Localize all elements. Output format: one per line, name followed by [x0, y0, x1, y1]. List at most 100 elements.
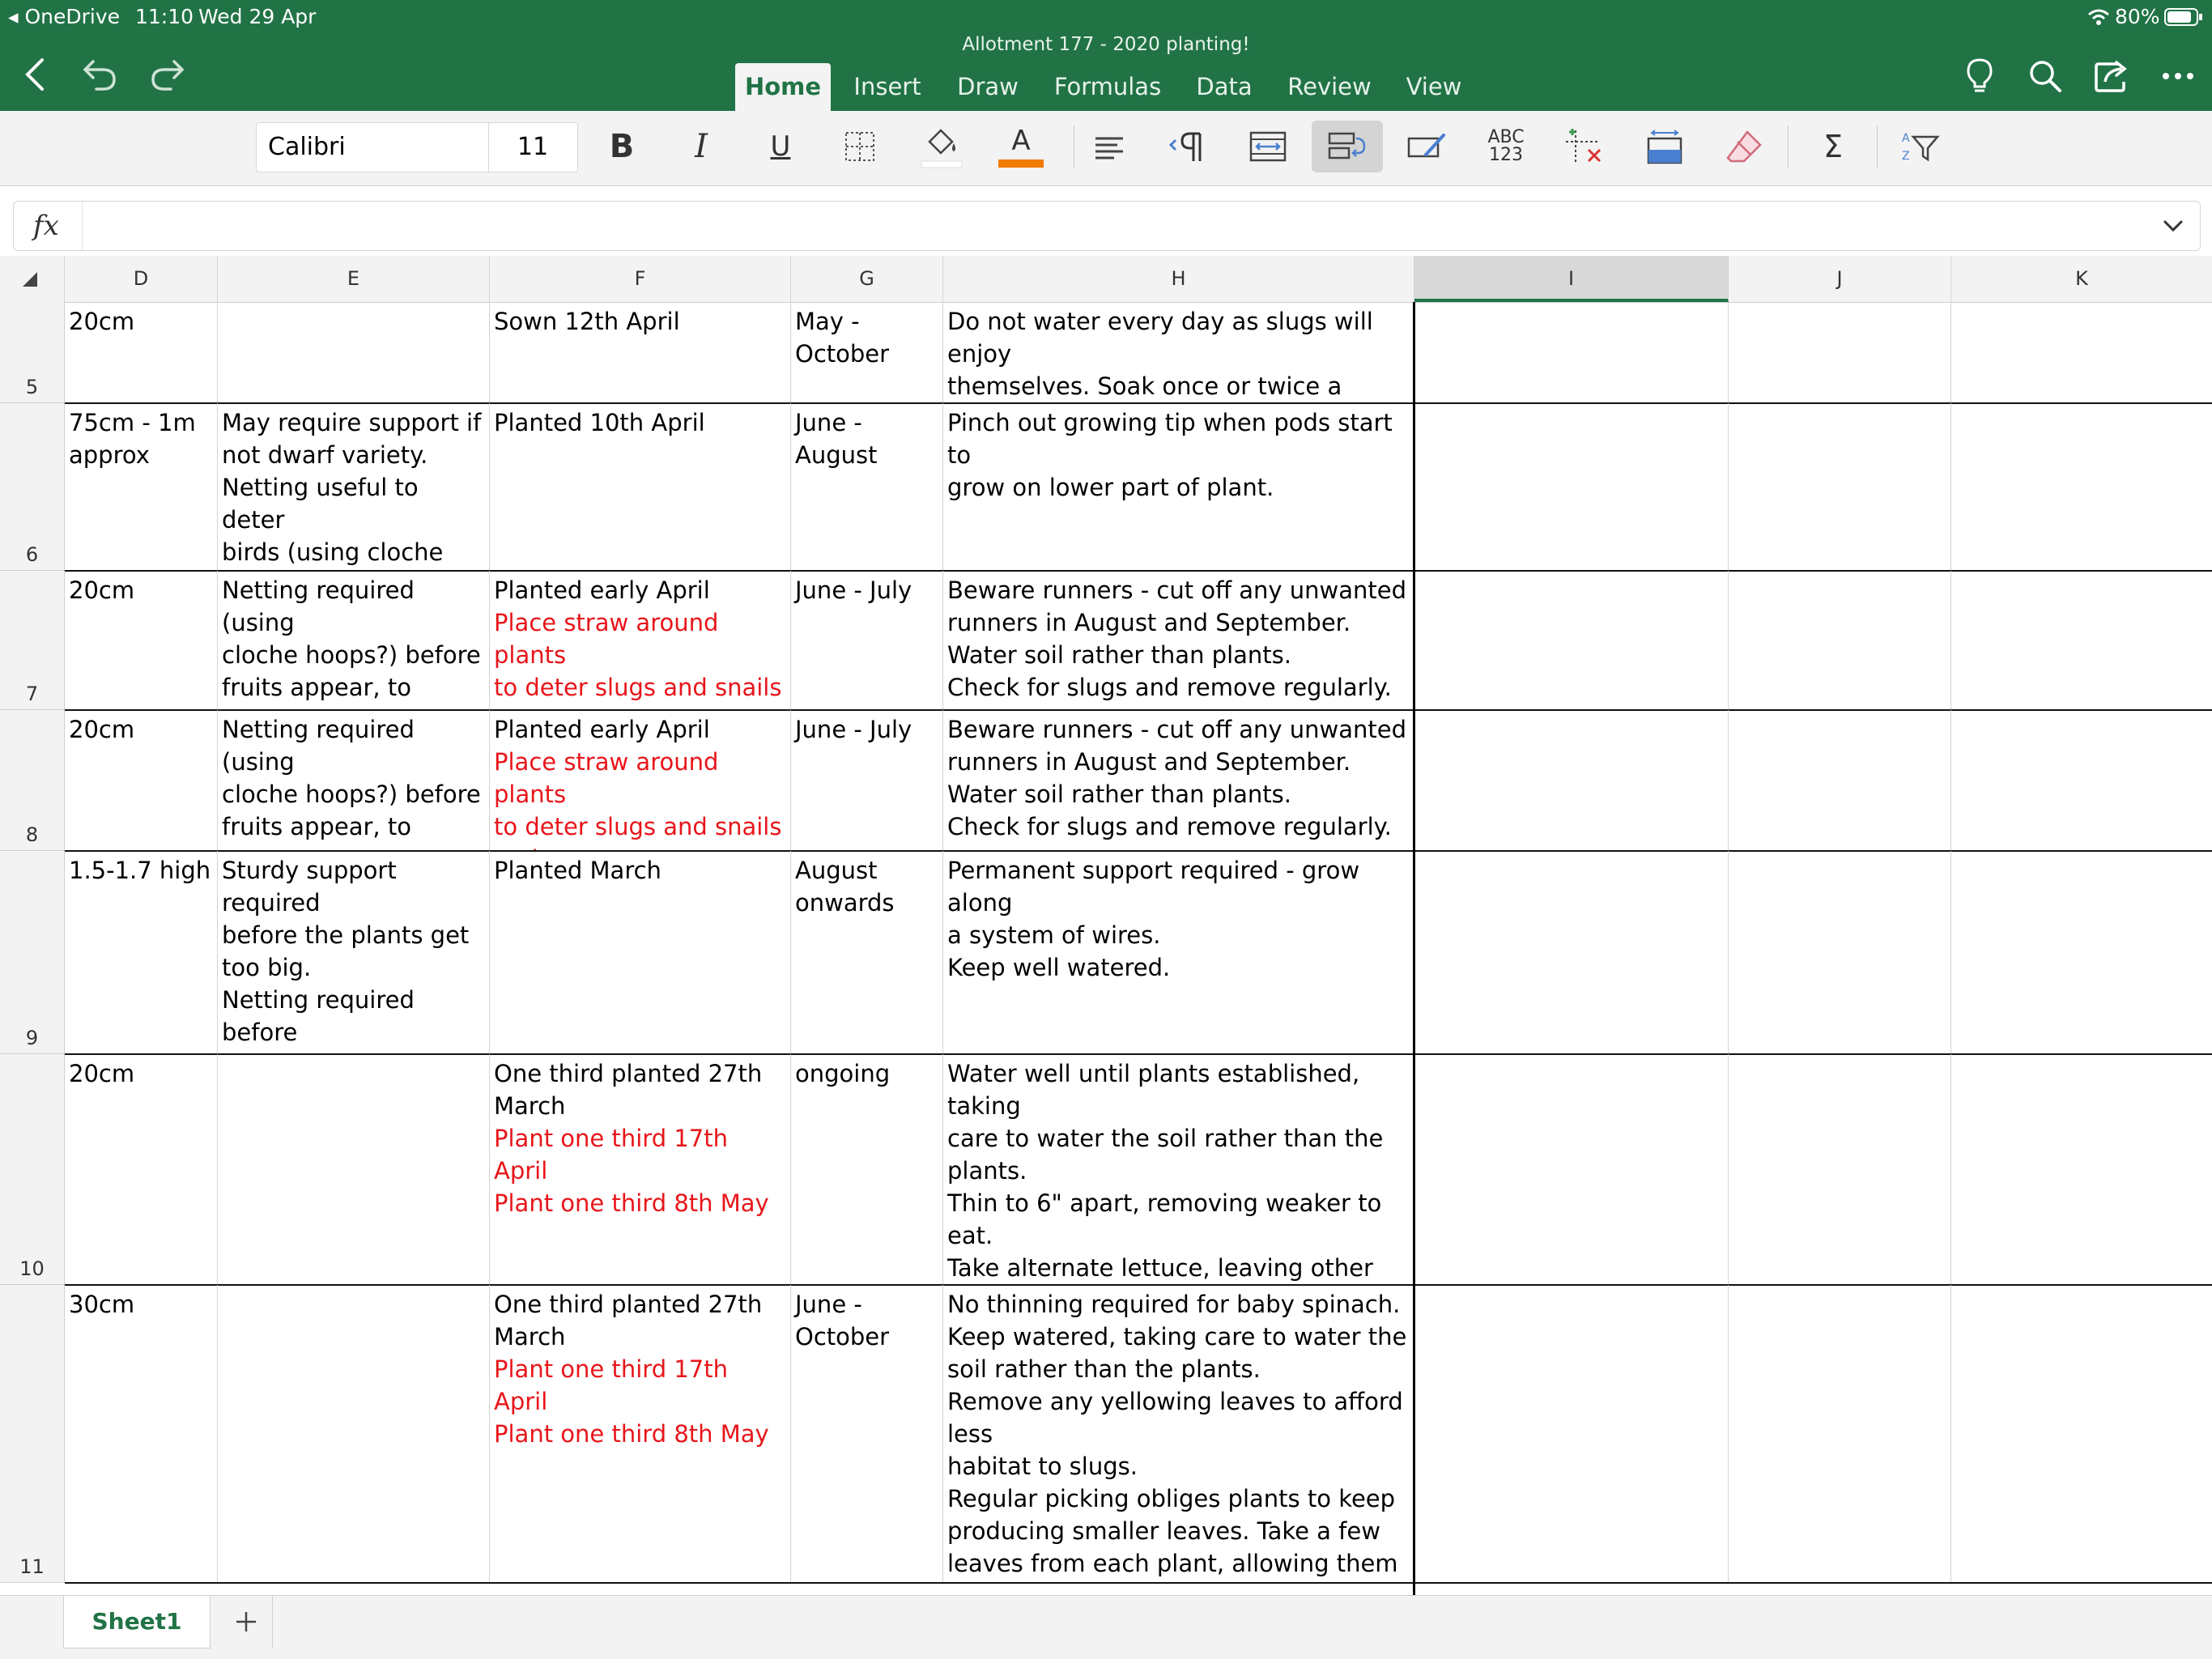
cell-h7[interactable]: Beware runners - cut off any unwanted ru…: [943, 571, 1414, 710]
cell-i11[interactable]: [1414, 1285, 1729, 1583]
cell-e5[interactable]: [218, 302, 490, 403]
lightbulb-icon[interactable]: [1959, 55, 2000, 97]
italic-button[interactable]: I: [675, 121, 727, 172]
cell-e10[interactable]: [218, 1054, 490, 1285]
column-header-i[interactable]: I: [1414, 256, 1729, 302]
select-all-corner[interactable]: [0, 256, 65, 302]
cell-k7[interactable]: [1951, 571, 2212, 710]
search-icon[interactable]: [2024, 55, 2066, 97]
spelling-button[interactable]: ABC 123: [1480, 121, 1532, 172]
cell-i6[interactable]: [1414, 403, 1729, 571]
underline-button[interactable]: U: [755, 121, 806, 172]
cell-g7[interactable]: June - July: [791, 571, 943, 710]
cell-f6[interactable]: Planted 10th April: [490, 403, 791, 571]
row-header[interactable]: 7: [0, 571, 65, 710]
back-to-app-link[interactable]: ◂ OneDrive: [8, 3, 120, 31]
cell-d6[interactable]: 75cm - 1m approx: [65, 403, 218, 571]
cell-d10[interactable]: 20cm: [65, 1054, 218, 1285]
cell-h5[interactable]: Do not water every day as slugs will enj…: [943, 302, 1414, 403]
cell-g9[interactable]: August onwards: [791, 851, 943, 1054]
tab-data[interactable]: Data: [1187, 63, 1261, 111]
cell-g8[interactable]: June - July: [791, 710, 943, 851]
cell-d5[interactable]: 20cm: [65, 302, 218, 403]
cell-d11[interactable]: 30cm: [65, 1285, 218, 1583]
cell-k10[interactable]: [1951, 1054, 2212, 1285]
cell-e6[interactable]: May require support if not dwarf variety…: [218, 403, 490, 571]
column-header-h[interactable]: H: [943, 256, 1414, 302]
row-header[interactable]: 5: [0, 302, 65, 403]
cell-g5[interactable]: May - October: [791, 302, 943, 403]
tab-formulas[interactable]: Formulas: [1048, 63, 1168, 111]
tab-review[interactable]: Review: [1281, 63, 1378, 111]
font-name-field[interactable]: Calibri: [268, 123, 346, 172]
cell-j6[interactable]: [1729, 403, 1951, 571]
wrap-text-button[interactable]: [1312, 121, 1383, 172]
cell-e8[interactable]: Netting required (using cloche hoops?) b…: [218, 710, 490, 851]
cell-g10[interactable]: ongoing: [791, 1054, 943, 1285]
clear-button[interactable]: [1718, 121, 1770, 172]
cell-j9[interactable]: [1729, 851, 1951, 1054]
font-color-button[interactable]: A: [993, 121, 1049, 172]
undo-icon[interactable]: [79, 55, 121, 94]
more-options-icon[interactable]: [2157, 62, 2199, 91]
column-header-f[interactable]: F: [490, 256, 791, 302]
cell-f7[interactable]: Planted early April Place straw around p…: [490, 571, 791, 710]
formula-bar[interactable]: fx: [13, 201, 2201, 251]
back-icon[interactable]: [16, 53, 53, 96]
cell-j11[interactable]: [1729, 1285, 1951, 1583]
column-header-j[interactable]: J: [1729, 256, 1951, 302]
cell-j7[interactable]: [1729, 571, 1951, 710]
cell-f5[interactable]: Sown 12th April: [490, 302, 791, 403]
autosum-button[interactable]: Σ: [1807, 121, 1859, 172]
format-cells-button[interactable]: [1639, 121, 1691, 172]
column-header-g[interactable]: G: [791, 256, 943, 302]
text-direction-button[interactable]: [1163, 121, 1214, 172]
align-button[interactable]: [1083, 121, 1135, 172]
column-header-d[interactable]: D: [65, 256, 218, 302]
row-header[interactable]: 10: [0, 1054, 65, 1285]
tab-view[interactable]: View: [1397, 63, 1470, 111]
row-header[interactable]: 6: [0, 403, 65, 571]
cell-g11[interactable]: June - October: [791, 1285, 943, 1583]
cell-j5[interactable]: [1729, 302, 1951, 403]
cell-d7[interactable]: 20cm: [65, 571, 218, 710]
row-header[interactable]: 11: [0, 1285, 65, 1583]
cell-d8[interactable]: 20cm: [65, 710, 218, 851]
cell-i8[interactable]: [1414, 710, 1729, 851]
cell-i5[interactable]: [1414, 302, 1729, 403]
row-header[interactable]: 8: [0, 710, 65, 851]
column-header-e[interactable]: E: [218, 256, 490, 302]
cell-h10[interactable]: Water well until plants established, tak…: [943, 1054, 1414, 1285]
cell-e9[interactable]: Sturdy support required before the plant…: [218, 851, 490, 1054]
cell-h11[interactable]: No thinning required for baby spinach. K…: [943, 1285, 1414, 1583]
cell-k11[interactable]: [1951, 1285, 2212, 1583]
borders-button[interactable]: [834, 121, 886, 172]
cell-h9[interactable]: Permanent support required - grow along …: [943, 851, 1414, 1054]
cell-k8[interactable]: [1951, 710, 2212, 851]
cell-f9[interactable]: Planted March: [490, 851, 791, 1054]
font-size-field[interactable]: 11: [488, 123, 576, 172]
cell-h6[interactable]: Pinch out growing tip when pods start to…: [943, 403, 1414, 571]
chevron-down-icon[interactable]: [2163, 216, 2184, 239]
cell-h8[interactable]: Beware runners - cut off any unwanted ru…: [943, 710, 1414, 851]
cell-e7[interactable]: Netting required (using cloche hoops?) b…: [218, 571, 490, 710]
cell-i10[interactable]: [1414, 1054, 1729, 1285]
tab-draw[interactable]: Draw: [949, 63, 1027, 111]
row-header[interactable]: 9: [0, 851, 65, 1054]
cell-j10[interactable]: [1729, 1054, 1951, 1285]
share-icon[interactable]: [2091, 55, 2133, 97]
delete-cells-button[interactable]: [1559, 121, 1611, 172]
cell-f10[interactable]: One third planted 27th March Plant one t…: [490, 1054, 791, 1285]
cell-g6[interactable]: June - August: [791, 403, 943, 571]
add-sheet-button[interactable]: [220, 1596, 273, 1648]
sort-filter-button[interactable]: AZ: [1895, 121, 1946, 172]
column-header-k[interactable]: K: [1951, 256, 2212, 302]
cell-f8[interactable]: Planted early April Place straw around p…: [490, 710, 791, 851]
cell-styles-button[interactable]: [1401, 121, 1453, 172]
fill-color-button[interactable]: [913, 121, 970, 172]
tab-insert[interactable]: Insert: [847, 63, 928, 111]
tab-home[interactable]: Home: [735, 63, 831, 111]
cell-k9[interactable]: [1951, 851, 2212, 1054]
cell-i7[interactable]: [1414, 571, 1729, 710]
font-picker[interactable]: Calibri 11: [256, 122, 578, 172]
